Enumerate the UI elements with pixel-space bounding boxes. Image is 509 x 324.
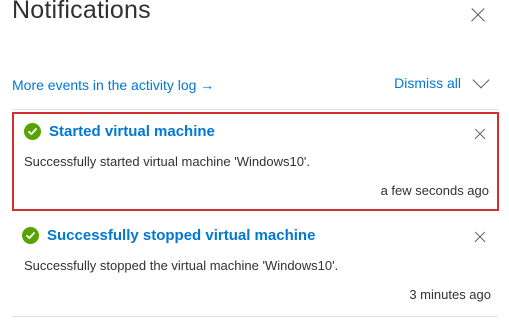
notification-time: a few seconds ago (380, 183, 489, 198)
notification-description: Successfully started virtual machine 'Wi… (24, 154, 311, 169)
dismiss-all-button[interactable]: Dismiss all (394, 71, 490, 91)
check-circle-icon (22, 227, 39, 244)
notification-title[interactable]: Successfully stopped virtual machine (47, 227, 315, 244)
close-panel-icon[interactable] (470, 7, 486, 23)
notification-time: 3 minutes ago (409, 287, 491, 302)
notification-card[interactable]: Successfully stopped virtual machine Suc… (12, 217, 499, 314)
chevron-down-icon[interactable] (472, 71, 490, 89)
dismiss-all-label: Dismiss all (394, 75, 461, 91)
divider (12, 316, 498, 317)
panel-title: Notifications (12, 0, 151, 24)
check-circle-icon (24, 123, 41, 140)
divider (12, 109, 498, 110)
notification-card[interactable]: Started virtual machine Successfully sta… (12, 112, 499, 211)
notification-description: Successfully stopped the virtual machine… (24, 258, 339, 273)
activity-log-link[interactable]: More events in the activity log → (12, 77, 214, 93)
close-icon[interactable] (472, 126, 488, 142)
close-icon[interactable] (472, 229, 488, 245)
notification-title[interactable]: Started virtual machine (49, 123, 215, 140)
